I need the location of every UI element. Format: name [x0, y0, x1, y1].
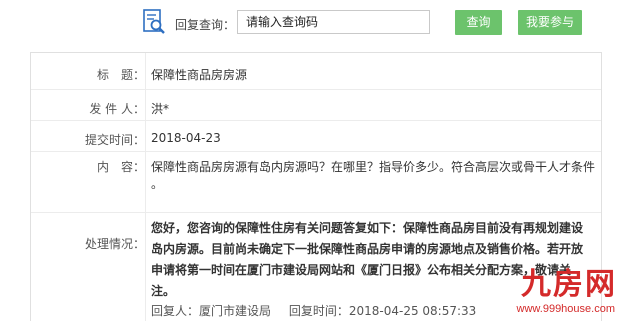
content-value: 保障性商品房房源有岛内房源吗？在哪里？指导价多少。符合高层次或骨干人才条件 。	[151, 160, 596, 191]
sender-value: 洪*	[151, 102, 170, 116]
search-document-icon	[142, 9, 166, 35]
title-value: 保障性商品房房源	[151, 68, 248, 82]
reply-meta: 回复人：厦门市建设局 回复时间：2018-04-25 08:57:33	[151, 302, 490, 319]
title-label: 标 题：	[96, 68, 145, 82]
submit-time-label: 提交时间：	[84, 133, 145, 147]
watermark-brand: 九房网	[521, 267, 617, 302]
watermark-url: www.999house.com	[516, 303, 615, 315]
reply-person: 回复人：厦门市建设局	[151, 304, 272, 318]
submit-time-row: 提交时间： 2018-04-23	[31, 121, 601, 152]
brand-watermark: 九房网 www.999house.com	[511, 259, 617, 315]
query-label: 回复查询：	[175, 18, 236, 32]
sender-label: 发 件 人：	[89, 102, 145, 116]
query-code-input[interactable]	[237, 10, 430, 34]
title-row: 标 题： 保障性商品房房源	[31, 53, 601, 90]
query-button[interactable]: 查询	[455, 10, 502, 35]
query-toolbar: 回复查询： 查询 我要参与	[0, 0, 625, 46]
status-label: 处理情况：	[84, 237, 145, 251]
content-label: 内 容：	[96, 160, 145, 174]
reply-time: 回复时间：2018-04-25 08:57:33	[288, 304, 477, 318]
sender-row: 发 件 人： 洪*	[31, 90, 601, 121]
submit-time-value: 2018-04-23	[151, 131, 221, 145]
join-button[interactable]: 我要参与	[518, 10, 582, 35]
content-row: 内 容： 保障性商品房房源有岛内房源吗？在哪里？指导价多少。符合高层次或骨干人才…	[31, 152, 601, 213]
